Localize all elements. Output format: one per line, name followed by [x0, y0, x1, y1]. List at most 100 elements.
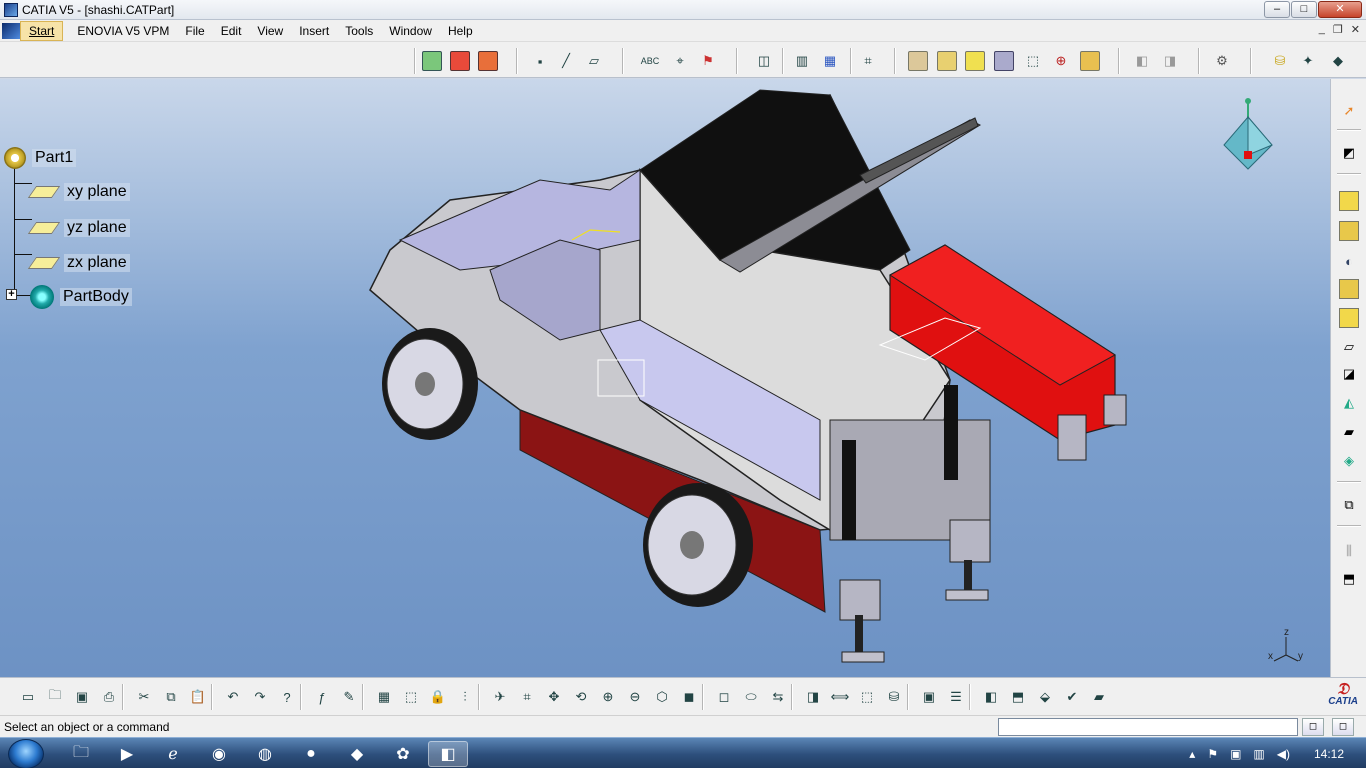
command-execute-button[interactable]: ◻ — [1302, 718, 1324, 736]
sketcher-icon[interactable] — [450, 51, 470, 71]
draft-icon[interactable]: ◭ — [1339, 393, 1359, 413]
render-icon[interactable]: ◨ — [803, 687, 823, 707]
body-icon[interactable]: ⫼ — [1339, 541, 1359, 561]
volume-icon[interactable]: ◀) — [1277, 747, 1290, 761]
command-clear-button[interactable]: ◻ — [1332, 718, 1354, 736]
undo-icon[interactable]: ↶ — [223, 687, 243, 707]
thickness-icon[interactable]: ◈ — [1339, 451, 1359, 471]
windows-start-button[interactable] — [8, 739, 44, 768]
point-icon[interactable]: ▪ — [530, 51, 550, 71]
paste-icon[interactable]: 📋 — [188, 687, 208, 707]
material-icon[interactable]: ⬙ — [1035, 687, 1055, 707]
action-center-icon[interactable]: ⚑ — [1207, 747, 1218, 761]
rotate-icon[interactable]: ⟲ — [571, 687, 591, 707]
apply-material-icon[interactable]: ◧ — [1132, 51, 1152, 71]
doc-close-button[interactable]: ✕ — [1351, 23, 1360, 36]
save-icon[interactable]: ▣ — [72, 687, 92, 707]
update-icon[interactable]: ◍ — [248, 741, 282, 767]
iso-view-icon[interactable]: ◼ — [679, 687, 699, 707]
3d-viewport[interactable]: Part1 xy plane yz plane zx plane + PartB… — [0, 79, 1330, 677]
whats-this-icon[interactable]: ? — [277, 687, 297, 707]
chrome-icon[interactable]: ◉ — [202, 741, 236, 767]
line-icon[interactable]: ╱ — [556, 51, 576, 71]
cut-icon[interactable]: ✂ — [134, 687, 154, 707]
catia-taskbar-icon[interactable]: ◧ — [428, 741, 468, 767]
rib-icon[interactable]: ⊕ — [1051, 51, 1071, 71]
exit-icon[interactable] — [478, 51, 498, 71]
fit-all-icon[interactable]: ⌗ — [858, 51, 878, 71]
fillet-icon[interactable]: ▱ — [1339, 337, 1359, 357]
plane-icon[interactable]: ▱ — [584, 51, 604, 71]
layers-icon[interactable]: ◧ — [981, 687, 1001, 707]
shaft-icon[interactable] — [965, 51, 985, 71]
close-button[interactable]: ✕ — [1318, 1, 1362, 18]
doc-restore-button[interactable]: ❐ — [1333, 23, 1343, 36]
menu-tools[interactable]: Tools — [337, 20, 381, 42]
catalog-icon[interactable]: ⛁ — [1270, 51, 1290, 71]
hide-icon[interactable]: ⬭ — [741, 687, 761, 707]
comment-icon[interactable]: ✎ — [339, 687, 359, 707]
measure-icon[interactable]: ⚑ — [698, 51, 718, 71]
fly-icon[interactable]: ✈ — [490, 687, 510, 707]
compass-icon[interactable] — [1218, 97, 1278, 177]
table-icon[interactable]: ▦ — [374, 687, 394, 707]
device-icon[interactable]: ▣ — [1230, 747, 1241, 761]
lock-icon[interactable]: 🔒 — [428, 687, 448, 707]
new-icon[interactable]: ▭ — [18, 687, 38, 707]
minimize-button[interactable]: – — [1264, 1, 1290, 18]
boolean-icon[interactable]: ⧉ — [1339, 495, 1359, 515]
chamfer-icon[interactable]: ◪ — [1339, 364, 1359, 384]
menu-help[interactable]: Help — [440, 20, 481, 42]
hole-icon[interactable]: ⬚ — [1023, 51, 1043, 71]
explorer-icon[interactable]: 🗀 — [64, 741, 98, 767]
analysis-icon[interactable]: ◨ — [1160, 51, 1180, 71]
menu-edit[interactable]: Edit — [213, 20, 250, 42]
menu-start[interactable]: Start — [20, 20, 64, 41]
media-player-icon[interactable]: ▶ — [110, 741, 144, 767]
groove-icon[interactable] — [1339, 279, 1359, 299]
publish-icon[interactable]: ✦ — [1298, 51, 1318, 71]
menu-enovia[interactable]: ENOVIA V5 VPM — [69, 20, 177, 42]
pan-icon[interactable]: ✥ — [544, 687, 564, 707]
network-icon[interactable]: ▥ — [1253, 747, 1264, 761]
clock[interactable]: 14:12 — [1302, 747, 1356, 761]
paint-icon[interactable]: ◆ — [340, 741, 374, 767]
internet-explorer-icon[interactable]: ℯ — [156, 741, 190, 767]
hole-icon[interactable] — [1339, 308, 1359, 328]
measure-between-icon[interactable]: ⟺ — [830, 687, 850, 707]
network-app-icon[interactable]: ✿ — [386, 741, 420, 767]
zoom-out-icon[interactable]: ⊖ — [625, 687, 645, 707]
catalog-icon[interactable]: ☰ — [946, 687, 966, 707]
menu-window[interactable]: Window — [381, 20, 440, 42]
pad-icon[interactable] — [1339, 191, 1359, 211]
redo-icon[interactable]: ↷ — [250, 687, 270, 707]
shaft-icon[interactable]: ◐ — [1339, 251, 1359, 271]
app-icon[interactable]: ● — [294, 741, 328, 767]
annotation-icon[interactable]: ⌖ — [670, 51, 690, 71]
text-icon[interactable]: ABC — [640, 51, 660, 71]
command-input[interactable] — [998, 718, 1298, 736]
fit-all-icon[interactable]: ⌗ — [517, 687, 537, 707]
knowledge-icon[interactable]: ◆ — [1328, 51, 1348, 71]
tree-expand-icon[interactable]: ⫶ — [455, 687, 475, 707]
select-icon[interactable]: ➚ — [1339, 101, 1359, 121]
sketch-tool-icon[interactable]: ◩ — [1339, 143, 1359, 163]
zoom-in-icon[interactable]: ⊕ — [598, 687, 618, 707]
view-mode-icon[interactable]: ◻ — [714, 687, 734, 707]
pocket-icon[interactable] — [937, 51, 957, 71]
settings-icon[interactable]: ⚙ — [1212, 51, 1232, 71]
inertia-icon[interactable]: ⛁ — [884, 687, 904, 707]
capture-icon[interactable]: ▣ — [919, 687, 939, 707]
doc-minimize-button[interactable]: _ — [1319, 23, 1325, 36]
knowledge-icon[interactable]: ▰ — [1089, 687, 1109, 707]
copy-icon[interactable]: ⧉ — [161, 687, 181, 707]
pocket-icon[interactable] — [1339, 221, 1359, 241]
groove-icon[interactable] — [994, 51, 1014, 71]
3d-model-vehicle[interactable] — [0, 79, 1330, 677]
maximize-button[interactable]: □ — [1291, 1, 1317, 18]
pattern-icon[interactable]: ▥ — [792, 51, 812, 71]
menu-file[interactable]: File — [177, 20, 212, 42]
print-icon[interactable]: ⎙ — [99, 687, 119, 707]
pad-icon[interactable] — [908, 51, 928, 71]
grid-icon[interactable]: ▦ — [820, 51, 840, 71]
